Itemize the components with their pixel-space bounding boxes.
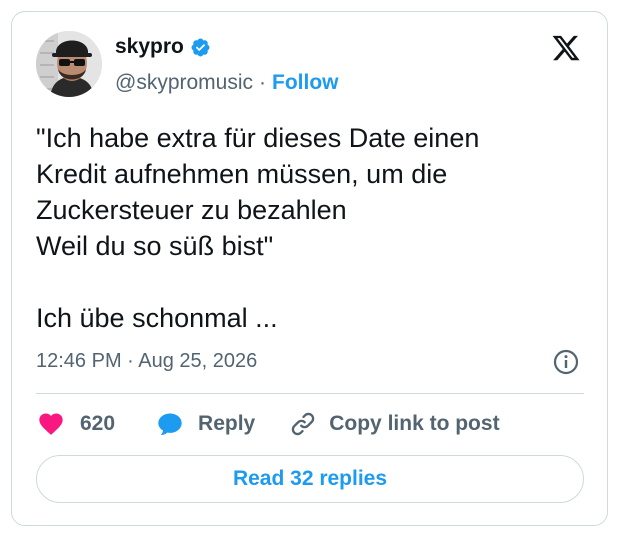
tweet-text: "Ich habe extra für dieses Date einen Kr… bbox=[36, 123, 480, 333]
read-replies-label: Read 32 replies bbox=[232, 467, 388, 490]
author-name[interactable]: skypro bbox=[115, 34, 184, 60]
info-icon[interactable] bbox=[552, 348, 580, 376]
reply-label: Reply bbox=[198, 412, 256, 435]
speech-bubble-icon bbox=[158, 413, 182, 436]
action-bar: 620 Reply Copy link to post bbox=[36, 409, 500, 439]
author-handle[interactable]: @skypromusic bbox=[115, 70, 253, 96]
heart-icon bbox=[39, 413, 63, 435]
like-button[interactable]: 620 bbox=[36, 410, 115, 438]
separator: · bbox=[259, 71, 267, 94]
author-name-row[interactable]: skypro bbox=[115, 34, 211, 60]
copy-link-button[interactable]: Copy link to post bbox=[289, 410, 500, 438]
read-replies-button[interactable]: Read 32 replies bbox=[36, 455, 584, 503]
reply-button[interactable]: Reply bbox=[155, 410, 255, 438]
x-logo-icon[interactable] bbox=[550, 33, 582, 63]
divider bbox=[36, 393, 584, 394]
author-handle-row: @skypromusic · Follow bbox=[115, 70, 339, 96]
copy-link-label: Copy link to post bbox=[329, 412, 500, 435]
avatar[interactable] bbox=[36, 31, 102, 97]
tweet-timestamp[interactable]: 12:46 PM · Aug 25, 2026 bbox=[36, 348, 257, 374]
link-icon bbox=[292, 412, 315, 436]
follow-button[interactable]: Follow bbox=[272, 70, 339, 96]
like-count: 620 bbox=[80, 412, 116, 435]
verified-badge-icon bbox=[190, 37, 211, 58]
